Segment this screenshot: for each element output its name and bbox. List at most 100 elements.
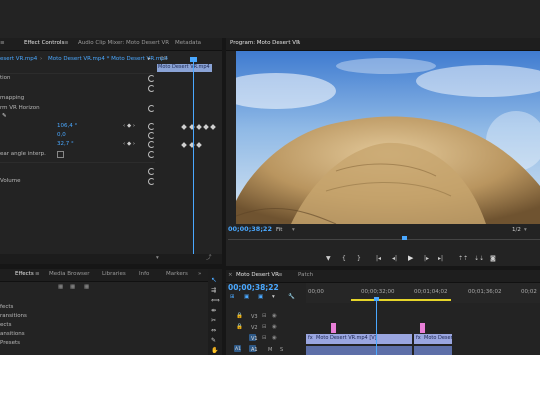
- reset-icon[interactable]: [148, 178, 155, 185]
- keyframe-marker[interactable]: [196, 124, 202, 130]
- tab-metadata[interactable]: Metadata: [175, 40, 201, 46]
- add-marker-icon[interactable]: ▾: [272, 294, 275, 301]
- fit-dropdown[interactable]: Fit: [276, 227, 282, 234]
- ec-playhead[interactable]: [193, 59, 194, 257]
- tab-timeline-sequence[interactable]: Moto Desert VR: [236, 272, 279, 278]
- effects-tree-item[interactable]: ects: [0, 322, 11, 329]
- timeline-timecode[interactable]: 00;00;38;22: [228, 283, 279, 292]
- tilt-value[interactable]: 0,0: [57, 132, 66, 139]
- play-triangle-icon[interactable]: ▸: [148, 56, 151, 63]
- tab-libraries[interactable]: Libraries: [102, 271, 126, 277]
- step-back-icon[interactable]: ◂|: [392, 255, 397, 262]
- timeline-ruler[interactable]: 00;00 00;00;32;00 00;01;04;02 00;01;36;0…: [306, 283, 540, 303]
- track-select-tool-icon[interactable]: ⇶: [211, 287, 216, 294]
- keyframe-nav-icon[interactable]: ‹ ◆ ›: [123, 141, 135, 148]
- video-clip[interactable]: fx Moto Deser: [414, 334, 453, 344]
- marker-icon[interactable]: ▼: [326, 255, 331, 262]
- audio-clip[interactable]: [306, 346, 412, 355]
- nest-icon[interactable]: ▣: [244, 294, 249, 301]
- solo-button[interactable]: S: [280, 347, 283, 353]
- eye-icon[interactable]: ◉: [272, 313, 277, 320]
- go-to-out-icon[interactable]: ▸|: [438, 255, 443, 262]
- selection-tool-icon[interactable]: ↖: [211, 277, 217, 284]
- keyframe-marker[interactable]: [210, 124, 216, 130]
- yuv-effects-icon[interactable]: ▦: [84, 284, 89, 291]
- reset-icon[interactable]: [148, 123, 155, 130]
- accelerated-effects-icon[interactable]: ▦: [58, 284, 63, 291]
- mark-out-icon[interactable]: }: [357, 255, 361, 262]
- play-icon[interactable]: ▶: [408, 255, 413, 262]
- lock-icon[interactable]: 🔒: [236, 324, 243, 331]
- pan-value[interactable]: 106,4 °: [57, 123, 77, 130]
- work-area-bar[interactable]: [351, 299, 451, 301]
- filter-icon[interactable]: ▾: [156, 255, 159, 262]
- program-monitor-title[interactable]: Program: Moto Desert VR: [230, 40, 300, 46]
- roll-value[interactable]: 32,7 °: [57, 141, 74, 148]
- sync-lock-icon[interactable]: ⊟: [262, 335, 267, 342]
- snap-icon[interactable]: ⊞: [230, 294, 235, 301]
- tab-patch[interactable]: Patch: [298, 272, 313, 278]
- keyframe-marker[interactable]: [181, 124, 187, 130]
- lift-icon[interactable]: ⇡⇡: [458, 255, 468, 262]
- mark-in-icon[interactable]: {: [342, 255, 346, 262]
- pen-tool-icon[interactable]: ✎: [211, 337, 216, 344]
- adjustment-clip[interactable]: [331, 323, 336, 333]
- ec-playhead-handle[interactable]: [190, 57, 197, 62]
- reset-icon[interactable]: [148, 141, 155, 148]
- chevron-down-icon[interactable]: ▾: [524, 227, 527, 234]
- interp-checkbox[interactable]: [57, 151, 64, 158]
- sync-lock-icon[interactable]: ⊟: [262, 313, 267, 320]
- reset-icon[interactable]: [148, 75, 155, 82]
- lock-icon[interactable]: 🔒: [236, 313, 243, 320]
- tab-markers[interactable]: Markers: [166, 271, 188, 277]
- mute-button[interactable]: M: [268, 347, 272, 353]
- program-video-frame[interactable]: [236, 51, 540, 224]
- close-icon[interactable]: ×: [228, 272, 233, 278]
- link-icon[interactable]: ▣: [258, 294, 263, 301]
- go-to-in-icon[interactable]: |◂: [376, 255, 381, 262]
- hand-tool-icon[interactable]: ✋: [211, 347, 218, 354]
- video-clip[interactable]: fx Moto Desert VR.mp4 [V]: [306, 334, 412, 344]
- effects-tree-item[interactable]: Presets: [0, 340, 20, 347]
- tab-audio-clip-mixer[interactable]: Audio Clip Mixer: Moto Desert VR: [78, 40, 169, 46]
- chevron-down-icon[interactable]: ▾: [292, 227, 295, 234]
- tab-effects[interactable]: Effects: [15, 271, 34, 277]
- mini-clip-bar[interactable]: Moto Desert VR.mp4: [157, 64, 212, 72]
- keyframe-marker[interactable]: [203, 124, 209, 130]
- reset-icon[interactable]: [148, 132, 155, 139]
- export-frame-icon[interactable]: ◙: [490, 255, 496, 262]
- eye-icon[interactable]: ◉: [272, 335, 277, 342]
- keyframe-marker[interactable]: [181, 142, 187, 148]
- timeline-playhead[interactable]: [376, 301, 377, 355]
- tab-effect-controls[interactable]: Effect Controls: [24, 40, 64, 46]
- reset-icon[interactable]: [148, 168, 155, 175]
- sync-lock-icon[interactable]: ⊟: [262, 324, 267, 331]
- effects-tree-item[interactable]: ansitions: [0, 331, 25, 338]
- effects-tree-item[interactable]: ransitions: [0, 313, 27, 320]
- keyframe-marker[interactable]: [196, 142, 202, 148]
- extract-icon[interactable]: ⇣⇣: [474, 255, 484, 262]
- adjustment-clip[interactable]: [420, 323, 425, 333]
- effects-tree-item[interactable]: fects: [0, 304, 13, 311]
- pen-icon[interactable]: ✎: [2, 113, 7, 120]
- program-playhead[interactable]: [402, 236, 407, 240]
- program-scrub-bar[interactable]: [228, 239, 540, 240]
- slip-tool-icon[interactable]: ⇔: [211, 327, 216, 334]
- 32bit-effects-icon[interactable]: ▦: [70, 284, 75, 291]
- razor-tool-icon[interactable]: ✂: [211, 317, 216, 324]
- rate-stretch-tool-icon[interactable]: ⇹: [211, 307, 216, 314]
- reset-icon[interactable]: [148, 105, 155, 112]
- tab-media-browser[interactable]: Media Browser: [49, 271, 90, 277]
- export-icon[interactable]: ⤴: [206, 255, 212, 262]
- more-tabs-icon[interactable]: »: [198, 271, 201, 277]
- reset-icon[interactable]: [148, 151, 155, 158]
- tab-info[interactable]: Info: [139, 271, 149, 277]
- program-timecode[interactable]: 00;00;38;22: [228, 226, 272, 233]
- audio-clip[interactable]: [414, 346, 452, 355]
- reset-icon[interactable]: [148, 85, 155, 92]
- ripple-edit-tool-icon[interactable]: ⟺: [211, 297, 220, 304]
- step-forward-icon[interactable]: |▸: [424, 255, 429, 262]
- eye-icon[interactable]: ◉: [272, 324, 277, 331]
- keyframe-nav-icon[interactable]: ‹ ◆ ›: [123, 123, 135, 130]
- settings-wrench-icon[interactable]: 🔧: [288, 294, 295, 301]
